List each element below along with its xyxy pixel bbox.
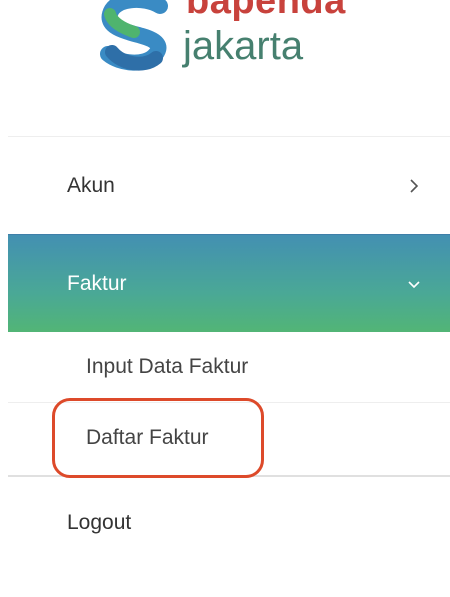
logo-text-bottom: jakarta <box>183 24 304 68</box>
chevron-down-icon <box>394 279 434 289</box>
logo-text-top: bapenda <box>186 0 346 22</box>
submenu-item-input-data-faktur[interactable]: Input Data Faktur <box>8 332 450 402</box>
menu-item-logout[interactable]: Logout <box>8 477 450 569</box>
submenu-item-daftar-faktur[interactable]: Daftar Faktur <box>8 403 450 473</box>
bapenda-logo: bapenda jakarta <box>0 0 450 95</box>
menu-item-akun[interactable]: Akun <box>8 137 450 234</box>
menu-item-faktur[interactable]: Faktur <box>8 234 450 332</box>
submenu-item-label: Daftar Faktur <box>86 426 209 449</box>
sidebar-menu: bapenda jakarta Akun Faktur Input Data F… <box>0 0 450 597</box>
submenu-item-label: Input Data Faktur <box>86 355 249 378</box>
menu-item-logout-label: Logout <box>67 511 132 534</box>
menu-item-faktur-label: Faktur <box>67 271 127 295</box>
logo-mark-icon <box>100 0 168 71</box>
menu-item-akun-label: Akun <box>67 173 115 197</box>
chevron-right-icon <box>394 178 434 194</box>
